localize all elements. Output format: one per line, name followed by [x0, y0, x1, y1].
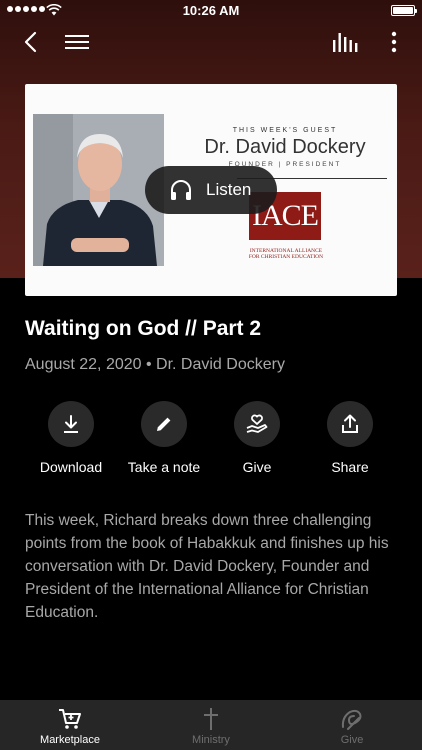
- back-icon[interactable]: [20, 30, 44, 54]
- tab-ministry[interactable]: Ministry: [141, 700, 281, 750]
- menu-icon[interactable]: [64, 30, 90, 54]
- equalizer-icon[interactable]: [332, 30, 358, 54]
- cart-icon: [59, 709, 81, 729]
- listen-label: Listen: [206, 180, 252, 199]
- status-bar: 10:26 AM: [0, 0, 422, 22]
- share-label: Share: [331, 459, 369, 475]
- episode-meta: August 22, 2020 • Dr. David Dockery: [25, 356, 285, 373]
- tab-give-label: Give: [340, 734, 364, 746]
- status-time: 10:26 AM: [182, 3, 240, 18]
- give-icon: [341, 709, 362, 730]
- more-options-icon[interactable]: [390, 30, 398, 54]
- guest-label: THIS WEEK'S GUEST: [232, 127, 338, 134]
- episode-description: This week, Richard breaks down three cha…: [25, 512, 389, 621]
- guest-name: Dr. David Dockery: [204, 136, 366, 158]
- pencil-icon: [157, 417, 171, 431]
- headphones-icon: [171, 180, 191, 200]
- action-row: Download Take a note Give Share: [0, 401, 422, 481]
- logo-caption-line2: FOR CHRISTIAN EDUCATION: [248, 254, 324, 260]
- logo-caption: INTERNATIONAL ALLIANCE FOR CHRISTIAN EDU…: [245, 248, 327, 260]
- tab-give[interactable]: Give: [282, 700, 422, 750]
- tab-marketplace-label: Marketplace: [40, 734, 100, 746]
- download-icon: [64, 415, 78, 433]
- tab-bar: Marketplace Ministry Give: [0, 700, 422, 750]
- tab-ministry-label: Ministry: [192, 734, 230, 746]
- listen-button[interactable]: Listen: [145, 166, 277, 214]
- cross-icon: [204, 708, 218, 730]
- battery-icon: [391, 5, 417, 16]
- episode-title: Waiting on God // Part 2: [25, 317, 262, 340]
- share-button[interactable]: Share: [295, 401, 405, 475]
- heart-hand-icon: [246, 414, 268, 433]
- share-icon: [342, 414, 358, 433]
- tab-marketplace[interactable]: Marketplace: [0, 700, 140, 750]
